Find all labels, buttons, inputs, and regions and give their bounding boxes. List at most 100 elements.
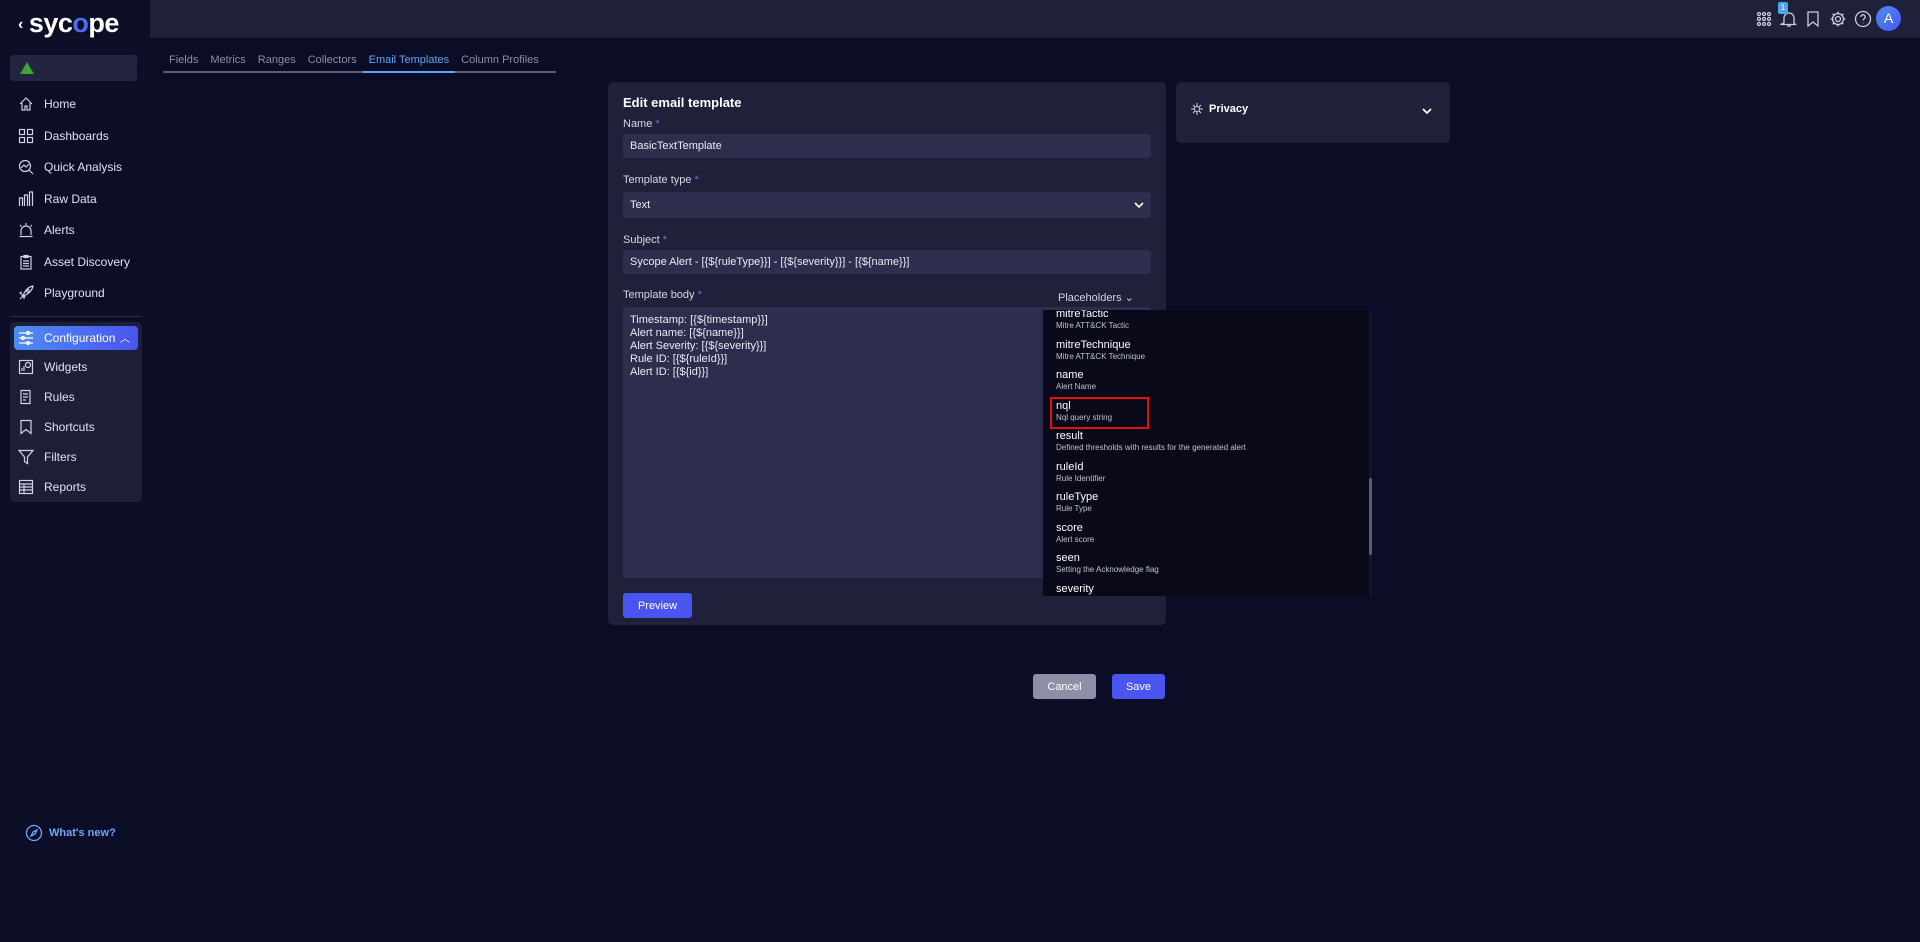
reports-icon [18,479,34,495]
save-button[interactable]: Save [1112,674,1165,699]
placeholder-description: Setting the Acknowledge flag [1056,565,1159,574]
collapse-sidebar-icon[interactable]: ‹ [18,16,23,33]
tab-ranges[interactable]: Ranges [252,52,302,71]
placeholders-dropdown-button[interactable]: Placeholders ⌄ [1058,291,1134,304]
privacy-header: Privacy [1191,103,1248,115]
subject-label: Subject * [623,234,667,246]
sidebar: ‹ sycope Home Dashboards Quick Analysis R… [0,0,150,942]
select-value: Text [630,199,651,211]
placeholder-description: Rule Type [1056,504,1092,513]
dashboard-icon [18,128,34,144]
placeholder-name: score [1056,521,1083,534]
label-text: Template type [623,174,692,186]
cancel-button[interactable]: Cancel [1033,674,1096,699]
quick-analysis-icon [18,159,34,175]
tab-column-profiles[interactable]: Column Profiles [455,52,545,71]
tab-collectors[interactable]: Collectors [302,52,363,71]
placeholder-item-result[interactable]: result Defined thresholds with results fo… [1056,430,1246,460]
placeholder-item-ruleId[interactable]: ruleId Rule Identifier [1056,461,1105,491]
sidebar-item-alerts[interactable]: Alerts [18,219,75,241]
sidebar-item-label: Filters [44,450,77,464]
bookmark-icon[interactable] [1804,10,1822,28]
chevron-up-icon: ︿ [120,334,130,345]
sidebar-item-playground[interactable]: Playground [18,282,105,304]
required-marker: * [694,174,699,186]
sidebar-item-dashboards[interactable]: Dashboards [18,125,109,147]
sidebar-item-configuration[interactable]: Configuration ︿ [14,326,138,350]
privacy-panel[interactable]: Privacy [1176,82,1450,143]
tab-metrics[interactable]: Metrics [204,52,251,71]
rocket-icon [18,285,34,300]
placeholder-name: mitreTechnique [1056,338,1131,351]
sidebar-item-shortcuts[interactable]: Shortcuts [18,416,95,438]
name-label: Name * [623,118,660,130]
tab-fields[interactable]: Fields [163,52,204,71]
sidebar-item-filters[interactable]: Filters [18,446,77,468]
placeholder-name: severity [1056,582,1094,595]
sidebar-item-quick-analysis[interactable]: Quick Analysis [18,156,122,178]
subject-value: Sycope Alert - [{${ruleType}}] - [{${sev… [630,256,910,268]
page-title: Edit email template [623,95,742,110]
placeholder-description: Mitre ATT&CK Tactic [1056,321,1130,330]
placeholder-item-severity[interactable]: severity [1056,583,1094,597]
sidebar-item-label: Home [44,97,77,111]
subject-input[interactable]: Sycope Alert - [{${ruleType}}] - [{${sev… [623,250,1151,274]
sidebar-item-home[interactable]: Home [18,93,76,115]
avatar[interactable]: A [1876,6,1901,31]
privacy-icon [1191,103,1203,115]
alert-icon [19,223,33,238]
required-marker: * [697,289,702,301]
placeholder-item-name[interactable]: name Alert Name [1056,369,1096,399]
sidebar-item-label: Dashboards [44,129,109,143]
sidebar-item-label: Shortcuts [44,420,95,434]
sycope-logo[interactable]: ‹ sycope [18,8,119,39]
placeholder-description: Rule Identifier [1056,473,1106,483]
required-marker: * [662,234,668,246]
sidebar-item-label: Playground [44,286,105,300]
placeholder-description: Alert Name [1056,382,1097,391]
placeholders-label: Placeholders [1058,292,1122,304]
sidebar-item-label: Widgets [44,360,88,374]
scrollbar-thumb[interactable] [1369,478,1372,555]
template-type-label: Template type * [623,174,699,186]
placeholder-item-mitreTechnique[interactable]: mitreTechnique Mitre ATT&CK Technique [1056,339,1145,369]
privacy-label: Privacy [1209,103,1249,115]
sidebar-item-label: Rules [44,390,75,404]
sidebar-item-label: Alerts [44,223,75,237]
raw-data-icon [18,191,34,206]
sidebar-item-rules[interactable]: Rules [18,386,75,408]
placeholder-item-score[interactable]: score Alert score [1056,522,1094,552]
sidebar-item-reports[interactable]: Reports [18,476,86,498]
sidebar-item-asset-discovery[interactable]: Asset Discovery [18,251,130,273]
preview-button[interactable]: Preview [623,593,692,618]
name-input[interactable]: BasicTextTemplate [623,134,1151,158]
placeholder-item-mitreTactic[interactable]: mitreTactic Mitre ATT&CK Tactic [1056,310,1129,338]
sidebar-item-raw-data[interactable]: Raw Data [18,188,97,210]
top-bar [150,0,1920,38]
status-triangle-icon [20,62,34,74]
sliders-icon [19,330,33,346]
whats-new-link[interactable]: What's new? [25,824,116,842]
placeholder-name: mitreTactic [1056,310,1109,320]
clipboard-icon [20,254,32,270]
placeholder-item-ruleType[interactable]: ruleType Rule Type [1056,491,1098,521]
name-value: BasicTextTemplate [630,140,722,152]
tenant-status[interactable] [10,55,137,81]
config-tabs: Fields Metrics Ranges Collectors Email T… [163,52,556,73]
sidebar-item-label: Reports [44,480,87,494]
tab-email-templates[interactable]: Email Templates [362,52,456,73]
placeholder-item-seen[interactable]: seen Setting the Acknowledge flag [1056,552,1159,582]
gear-icon[interactable] [1829,10,1847,28]
placeholders-menu: mitreTactic Mitre ATT&CK Tactic mitreTechn… [1043,310,1371,596]
widgets-icon [18,359,34,375]
sidebar-item-label: Raw Data [44,192,97,206]
sidebar-item-widgets[interactable]: Widgets [18,356,87,378]
template-type-select[interactable]: Text [623,192,1151,218]
required-marker: * [655,118,660,130]
filter-icon [18,449,34,465]
label-text: Subject [623,234,660,246]
divider [10,316,142,317]
help-icon[interactable] [1854,10,1872,28]
highlight-box [1050,397,1149,429]
apps-grid-icon[interactable] [1755,10,1773,28]
